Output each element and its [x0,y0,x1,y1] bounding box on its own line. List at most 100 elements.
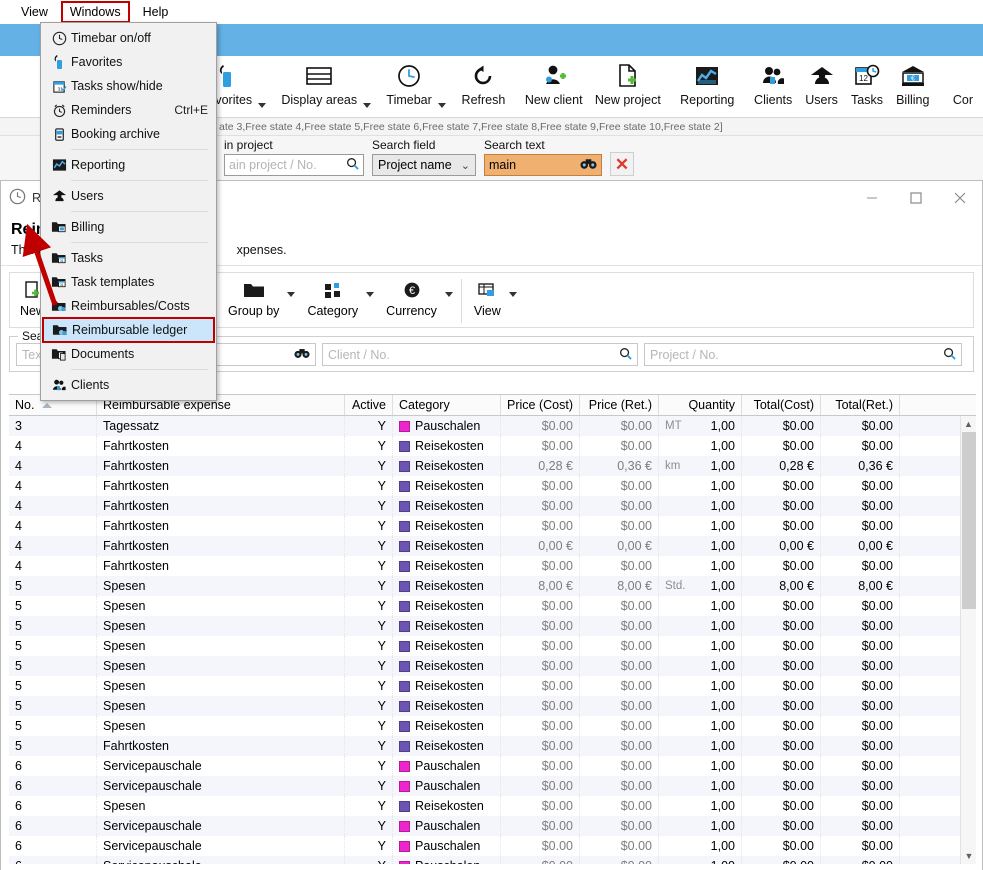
ribbon-button-new-client[interactable]: New client [519,56,589,109]
table-row[interactable]: 6ServicepauschaleYPauschalen$0.00$0.001,… [9,816,976,836]
dialog-search-project-input[interactable]: Project / No. [644,343,962,366]
maximize-icon[interactable] [894,181,938,215]
cell-expense: Spesen [97,576,345,596]
ribbon-button-reporting[interactable]: Reporting [674,56,741,109]
table-row[interactable]: 5SpesenYReisekosten$0.00$0.001,00$0.00$0… [9,596,976,616]
menu-item-reimbursable-ledger[interactable]: Reimbursable ledger [43,318,214,342]
grid-header-total-cost[interactable]: Total(Cost) [742,395,821,415]
cell-expense: Fahrtkosten [97,456,345,476]
table-row[interactable]: 5SpesenYReisekosten$0.00$0.001,00$0.00$0… [9,616,976,636]
search-icon[interactable] [943,347,956,363]
table-row[interactable]: 4FahrtkostenYReisekosten0,28 €0,36 €km1,… [9,456,976,476]
ribbon-button-tasks[interactable]: 12 Tasks [844,56,889,109]
close-icon[interactable] [938,181,982,215]
grid-header-total-ret[interactable]: Total(Ret.) [821,395,900,415]
cell-category-label: Pauschalen [415,839,480,853]
table-row[interactable]: 4FahrtkostenYReisekosten$0.00$0.001,00$0… [9,476,976,496]
search-text-input[interactable]: main [484,154,602,176]
cell-no: 5 [9,716,97,736]
menu-item-reminders[interactable]: RemindersCtrl+E [41,98,216,122]
table-row[interactable]: 5FahrtkostenYReisekosten$0.00$0.001,00$0… [9,736,976,756]
dialog-caret-currency[interactable] [445,273,457,329]
menu-item-reimbursables-costs[interactable]: Reimbursables/Costs [41,294,216,318]
table-row[interactable]: 6SpesenYReisekosten$0.00$0.001,00$0.00$0… [9,796,976,816]
table-row[interactable]: 4FahrtkostenYReisekosten0,00 €0,00 €1,00… [9,536,976,556]
table-row[interactable]: 5SpesenYReisekosten$0.00$0.001,00$0.00$0… [9,696,976,716]
grid-header-category[interactable]: Category [393,395,501,415]
dialog-button-group-by[interactable]: Group by [220,273,287,318]
binoculars-icon[interactable] [294,348,310,362]
dialog-caret-group-by[interactable] [287,273,299,329]
cell-no: 6 [9,856,97,864]
dialog-button-category[interactable]: Category [299,273,366,318]
table-row[interactable]: 6ServicepauschaleYPauschalen$0.00$0.001,… [9,856,976,864]
scroll-up-icon[interactable]: ▲ [961,416,976,432]
cell-filler [900,416,960,436]
search-icon[interactable] [346,157,359,173]
cell-filler [900,836,960,856]
ribbon-button-timebar[interactable]: Timebar [380,56,438,109]
minimize-icon[interactable] [850,181,894,215]
cell-price-ret: $0.00 [580,416,659,436]
binoculars-icon[interactable] [580,158,597,173]
clear-search-button[interactable]: ✕ [610,152,634,176]
dialog-caret-view[interactable] [509,273,521,329]
table-row[interactable]: 4FahrtkostenYReisekosten$0.00$0.001,00$0… [9,516,976,536]
menu-item-reporting[interactable]: Reporting [41,153,216,177]
search-icon[interactable] [619,347,632,363]
ribbon-button-cor[interactable]: Cor [943,56,983,109]
menu-item-documents[interactable]: Documents [41,342,216,366]
scroll-down-icon[interactable]: ▼ [961,848,977,864]
menubar-item-view[interactable]: View [12,1,57,23]
menu-item-task-templates[interactable]: 31Task templates [41,270,216,294]
ribbon-caret-display-areas[interactable] [363,78,371,117]
dialog-button-view[interactable]: View [466,273,509,318]
scrollbar-thumb[interactable] [962,432,976,609]
table-row[interactable]: 4FahrtkostenYReisekosten$0.00$0.001,00$0… [9,496,976,516]
table-row[interactable]: 4FahrtkostenYReisekosten$0.00$0.001,00$0… [9,556,976,576]
grid-header-quantity[interactable]: Quantity [659,395,742,415]
table-row[interactable]: 6ServicepauschaleYPauschalen$0.00$0.001,… [9,776,976,796]
table-row[interactable]: 5SpesenYReisekosten8,00 €8,00 €Std.1,008… [9,576,976,596]
dialog-caret-category[interactable] [366,273,378,329]
dialog-button-currency[interactable]: € Currency [378,273,445,318]
main-project-input[interactable]: ain project / No. [224,154,364,176]
menu-item-tasks-show-hide[interactable]: 31Tasks show/hide [41,74,216,98]
ribbon-button-users[interactable]: Users [799,56,845,109]
grid-vertical-scrollbar[interactable]: ▲ ▼ [960,416,976,864]
menu-item-users[interactable]: Users [41,184,216,208]
table-row[interactable]: 3TagessatzYPauschalen$0.00$0.00MT1,00$0.… [9,416,976,436]
table-row[interactable]: 4FahrtkostenYReisekosten$0.00$0.001,00$0… [9,436,976,456]
ribbon-button-billing[interactable]: € Billing [890,56,936,109]
cell-quantity: 1,00 [659,436,742,456]
menu-item-billing[interactable]: Billing [41,215,216,239]
menu-item-label: Tasks show/hide [71,79,216,93]
grid-header-price-cost[interactable]: Price (Cost) [501,395,580,415]
ribbon-button-clients[interactable]: Clients [748,56,799,109]
menubar-item-help[interactable]: Help [134,1,178,23]
search-field-select[interactable]: Project name ⌄ [372,154,476,176]
cell-price-cost: $0.00 [501,596,580,616]
menu-item-tasks[interactable]: 31Tasks [41,246,216,270]
table-row[interactable]: 5SpesenYReisekosten$0.00$0.001,00$0.00$0… [9,716,976,736]
ribbon-button-refresh[interactable]: Refresh [455,56,512,109]
grid-header-price-ret[interactable]: Price (Ret.) [580,395,659,415]
grid-header-active[interactable]: Active [345,395,393,415]
menu-item-timebar-on-off[interactable]: Timebar on/off [41,26,216,50]
menubar-item-windows[interactable]: Windows [61,1,130,23]
dialog-search-client-input[interactable]: Client / No. [322,343,638,366]
users-icon [47,189,71,203]
menu-item-clients[interactable]: Clients [41,373,216,397]
ribbon-caret-favorites[interactable] [258,78,266,117]
menu-item-favorites[interactable]: Favorites [41,50,216,74]
table-row[interactable]: 5SpesenYReisekosten$0.00$0.001,00$0.00$0… [9,636,976,656]
table-row[interactable]: 6ServicepauschaleYPauschalen$0.00$0.001,… [9,756,976,776]
table-row[interactable]: 5SpesenYReisekosten$0.00$0.001,00$0.00$0… [9,656,976,676]
ribbon-button-new-project[interactable]: New project [589,56,667,109]
ribbon-button-display-areas[interactable]: Display areas [275,56,363,109]
menu-item-booking-archive[interactable]: Booking archive [41,122,216,146]
table-row[interactable]: 5SpesenYReisekosten$0.00$0.001,00$0.00$0… [9,676,976,696]
table-row[interactable]: 6ServicepauschaleYPauschalen$0.00$0.001,… [9,836,976,856]
ribbon-caret-timebar[interactable] [438,78,446,117]
cell-category-label: Reisekosten [415,799,484,813]
